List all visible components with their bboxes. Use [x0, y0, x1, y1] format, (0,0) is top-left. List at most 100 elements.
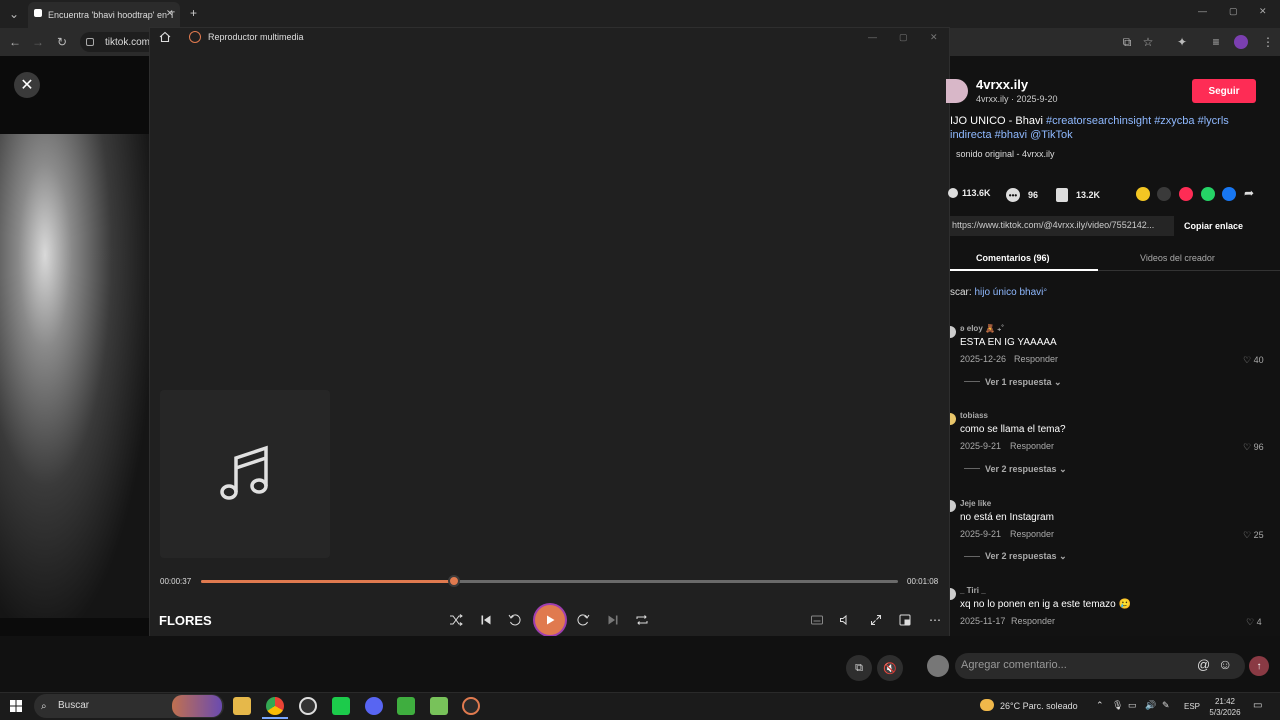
player-title: Reproductor multimedia [208, 32, 304, 42]
shuffle-icon[interactable] [447, 611, 465, 629]
save-count[interactable]: 13.2K [1056, 188, 1100, 202]
reload-icon[interactable]: ↻ [52, 32, 72, 52]
mute-icon[interactable]: 🔇 [877, 655, 903, 681]
seek-bar[interactable] [201, 580, 898, 583]
copy-link-button[interactable]: Copiar enlace [1184, 221, 1243, 231]
pen-icon[interactable]: ✎ [1162, 700, 1170, 711]
back-icon[interactable]: ← [5, 32, 25, 52]
speaker-icon[interactable]: 🔊 [1145, 700, 1156, 711]
share-friends-icon[interactable] [1136, 187, 1150, 201]
extensions-icon[interactable]: ✦ [1172, 32, 1192, 52]
discord-icon[interactable] [365, 697, 383, 715]
media-player-app-icon[interactable] [462, 697, 480, 715]
tray-chevron-up-icon[interactable]: ⌃ [1096, 700, 1104, 711]
reply-button[interactable]: Responder [1014, 354, 1058, 364]
comment-like[interactable]: ♡ 25 [1243, 530, 1264, 541]
browser-tab[interactable]: Encuentra 'bhavi hoodtrap' en T [28, 2, 180, 28]
clock[interactable]: 21:42 5/3/2026 [1208, 696, 1242, 718]
seek-bar-progress [201, 580, 454, 583]
comment-like[interactable]: ♡ 96 [1243, 442, 1264, 453]
tab-search-chevron-icon[interactable]: ⌄ [4, 4, 24, 24]
follow-button[interactable]: Seguir [1192, 79, 1256, 103]
description-hashtags-line2[interactable]: indirecta #bhavi @TikTok [950, 129, 1073, 141]
tab-comments[interactable]: Comentarios (96) [976, 253, 1050, 263]
seek-thumb[interactable] [448, 575, 460, 587]
minecraft-icon[interactable] [430, 697, 448, 715]
network-icon[interactable]: ▭ [1128, 700, 1137, 711]
chevron-down-icon: ⌄ [1056, 464, 1067, 474]
fullscreen-icon[interactable] [867, 611, 885, 629]
comment-username[interactable]: tobiass [960, 411, 988, 420]
file-explorer-icon[interactable] [233, 697, 251, 715]
close-window-button[interactable]: ✕ [1259, 6, 1267, 17]
like-count[interactable]: 113.6K [948, 188, 991, 198]
whatsapp-icon[interactable] [1201, 187, 1215, 201]
tab-creator-videos[interactable]: Videos del creador [1140, 253, 1215, 263]
maximize-button[interactable]: ▢ [1229, 6, 1238, 17]
forward-icon[interactable]: → [28, 32, 48, 52]
reply-button[interactable]: Responder [1011, 616, 1055, 626]
windows-start-icon[interactable] [10, 700, 22, 712]
sound-link[interactable]: sonido original - 4vrxx.ily [956, 149, 1055, 159]
facebook-icon[interactable] [1222, 187, 1236, 201]
mention-icon[interactable]: @ [1197, 657, 1210, 672]
replies-divider [964, 381, 980, 382]
more-icon[interactable]: ⋯ [926, 611, 944, 629]
picture-in-picture-icon[interactable]: ⧉ [846, 655, 872, 681]
close-video-button[interactable]: ✕ [14, 72, 40, 98]
share-more-icon[interactable]: ➦ [1244, 186, 1254, 200]
player-minimize-button[interactable]: — [868, 32, 877, 42]
profile-avatar[interactable] [1234, 35, 1248, 49]
site-info-icon[interactable] [86, 38, 94, 46]
rewind-10-icon[interactable] [506, 611, 524, 629]
send-comment-button[interactable]: ↑ [1249, 656, 1269, 676]
cast-icon[interactable]: ⧉ [1117, 32, 1137, 52]
home-icon[interactable] [159, 31, 171, 43]
mini-player-icon[interactable] [896, 611, 914, 629]
reply-button[interactable]: Responder [1010, 441, 1054, 451]
related-search[interactable]: scar: hijo único bhavi⌕ [950, 287, 1047, 298]
browser-menu-icon[interactable]: ⋮ [1258, 32, 1278, 52]
comment-username[interactable]: Jeje like [960, 499, 991, 508]
weather-text[interactable]: 26°C Parc. soleado [1000, 701, 1078, 711]
volume-icon[interactable] [836, 611, 854, 629]
chrome-icon[interactable] [266, 697, 284, 715]
microphone-icon[interactable]: 🎙 [1112, 700, 1123, 711]
heart-icon [948, 188, 958, 198]
kick-icon[interactable] [332, 697, 350, 715]
related-search-term[interactable]: hijo único bhavi [974, 287, 1043, 298]
comment-username[interactable]: ʚ eloy 🧸 ₊˚ [960, 324, 1004, 333]
language-indicator[interactable]: ESP [1184, 702, 1200, 711]
view-replies-button[interactable]: Ver 1 respuesta ⌄ [985, 377, 1062, 388]
minimize-button[interactable]: — [1198, 6, 1207, 16]
view-replies-button[interactable]: Ver 2 respuestas ⌄ [985, 551, 1067, 562]
player-close-button[interactable]: ✕ [930, 32, 938, 43]
previous-icon[interactable] [477, 611, 495, 629]
reply-button[interactable]: Responder [1010, 529, 1054, 539]
notifications-icon[interactable]: ▭ [1253, 700, 1262, 711]
comment-like[interactable]: ♡ 4 [1246, 617, 1262, 628]
comment-placeholder: Agregar comentario... [961, 659, 1067, 671]
snipping-tool-icon[interactable] [299, 697, 317, 715]
minecraft-launcher-icon[interactable] [397, 697, 415, 715]
share-tiktok-icon[interactable] [1179, 187, 1193, 201]
comment-count[interactable]: ••• 96 [1006, 188, 1038, 202]
embed-icon[interactable] [1157, 187, 1171, 201]
repeat-icon[interactable] [633, 611, 651, 629]
video-link[interactable]: https://www.tiktok.com/@4vrxx.ily/video/… [950, 216, 1174, 236]
captions-icon[interactable] [808, 611, 826, 629]
tab-close-icon[interactable]: ✕ [166, 8, 174, 19]
description-hashtags[interactable]: #creatorsearchinsight #zxycba #lycrls [1046, 115, 1229, 127]
emoji-icon[interactable]: ☺ [1218, 656, 1232, 672]
reading-list-icon[interactable]: ≡ [1206, 32, 1226, 52]
comment-like[interactable]: ♡ 40 [1243, 355, 1264, 366]
new-tab-button[interactable]: + [190, 6, 197, 20]
view-replies-button[interactable]: Ver 2 respuestas ⌄ [985, 464, 1067, 475]
creator-username[interactable]: 4vrxx.ily [976, 77, 1028, 92]
next-icon[interactable] [604, 611, 622, 629]
player-maximize-button[interactable]: ▢ [899, 32, 908, 43]
play-button[interactable] [535, 605, 565, 635]
bookmark-star-icon[interactable]: ☆ [1138, 32, 1158, 52]
comment-username[interactable]: _ Tiri _ [960, 586, 986, 595]
forward-30-icon[interactable] [574, 611, 592, 629]
